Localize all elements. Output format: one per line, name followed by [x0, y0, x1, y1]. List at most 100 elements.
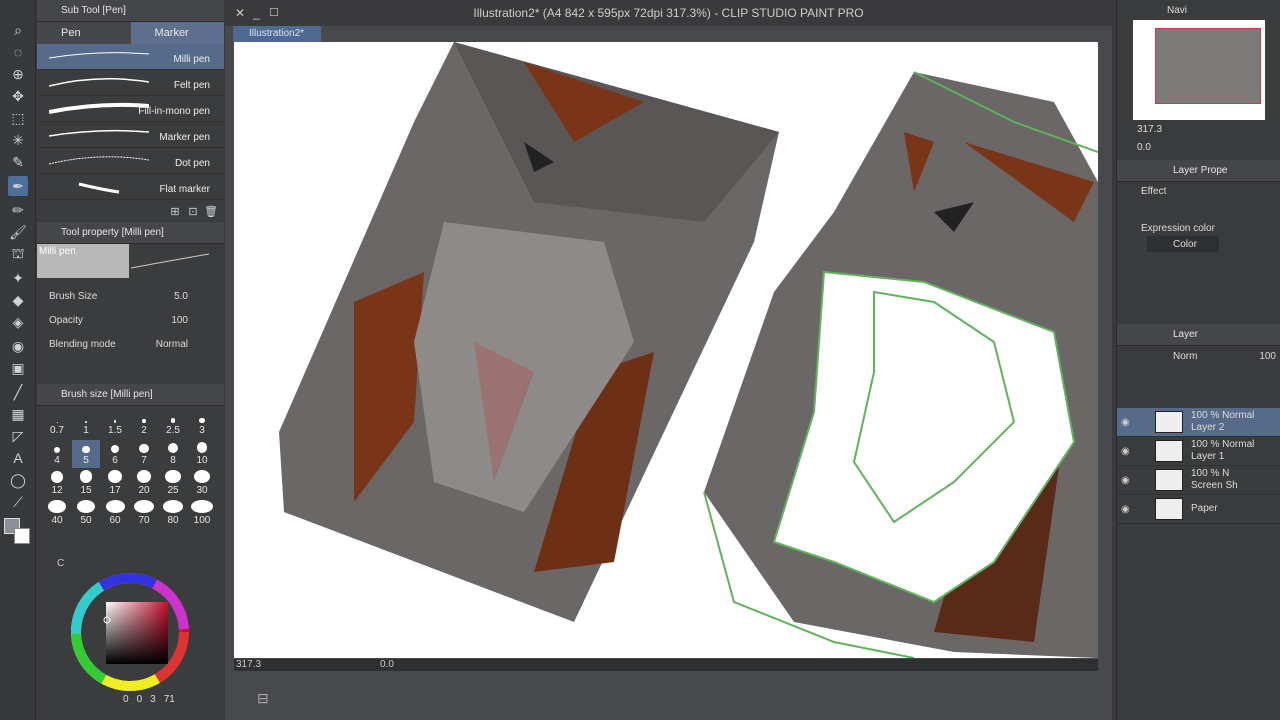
- sub-color-swatch[interactable]: [14, 528, 30, 544]
- fill-icon[interactable]: ◉: [8, 336, 28, 356]
- brush-item-marker[interactable]: Marker pen: [37, 122, 224, 148]
- drawing-canvas[interactable]: [234, 42, 1098, 658]
- layer-opacity: 100 %: [1191, 410, 1220, 421]
- brush-item-fill-mono[interactable]: Fill-in-mono pen: [37, 96, 224, 122]
- brush-size-value[interactable]: 5.0: [174, 291, 212, 302]
- brush-size-option[interactable]: 40: [43, 500, 71, 528]
- brush-size-option[interactable]: 6: [101, 440, 129, 468]
- brush-item-dot[interactable]: Dot pen: [37, 148, 224, 174]
- size-dot: [136, 470, 152, 483]
- brush-size-option[interactable]: 100: [188, 500, 216, 528]
- subtool-header: Sub Tool [Pen]: [37, 0, 224, 22]
- size-label: 40: [51, 515, 63, 526]
- blend-icon[interactable]: ◈: [8, 312, 28, 332]
- brush-size-option[interactable]: 50: [72, 500, 100, 528]
- layer-opacity: 100 %: [1191, 468, 1220, 479]
- balloon-icon[interactable]: ◯: [8, 470, 28, 490]
- minimize-icon[interactable]: _: [253, 6, 260, 20]
- maximize-icon[interactable]: ☐: [269, 6, 279, 19]
- brush-size-option[interactable]: 4: [43, 440, 71, 468]
- brush-size-option[interactable]: 7: [130, 440, 158, 468]
- frame-icon[interactable]: ▦: [8, 404, 28, 424]
- layer-row[interactable]: ◉ 100 % Normal Layer 1: [1117, 437, 1280, 466]
- document-tab[interactable]: Illustration2*: [233, 26, 321, 42]
- blend-mode-select[interactable]: Normal: [156, 339, 212, 350]
- eraser-icon[interactable]: ◆: [8, 290, 28, 310]
- gradient-icon[interactable]: ▣: [8, 358, 28, 378]
- brush-size-option[interactable]: 20: [130, 470, 158, 498]
- brush-size-option[interactable]: 70: [130, 500, 158, 528]
- pen-tool-icon[interactable]: ✒: [8, 176, 28, 196]
- figure-icon[interactable]: ╱: [8, 382, 28, 402]
- brush-size-option[interactable]: 25: [159, 470, 187, 498]
- decoration-icon[interactable]: ✦: [8, 268, 28, 288]
- visibility-eye-icon[interactable]: ◉: [1121, 475, 1135, 486]
- tab-marker[interactable]: Marker: [130, 22, 224, 44]
- layer-opacity-value[interactable]: 100: [1259, 351, 1276, 362]
- brush-size-option[interactable]: 12: [43, 470, 71, 498]
- airbrush-icon[interactable]: ⛫: [8, 244, 28, 264]
- nav-zoom-value[interactable]: 317.3: [1117, 120, 1280, 138]
- size-dot: [191, 500, 213, 513]
- selection-icon[interactable]: ⬚: [8, 108, 28, 128]
- brush-item-milli[interactable]: Milli pen: [37, 44, 224, 70]
- layout-toggle-icon[interactable]: ⊟: [257, 690, 269, 707]
- brush-size-option[interactable]: 17: [101, 470, 129, 498]
- brush-item-flat[interactable]: Flat marker: [37, 174, 224, 200]
- brush-size-option[interactable]: 60: [101, 500, 129, 528]
- size-dot: [199, 417, 205, 423]
- ruler-icon[interactable]: ◸: [8, 426, 28, 446]
- nav-angle-value[interactable]: 0.0: [1117, 138, 1280, 156]
- color-value-v: 3: [150, 694, 156, 705]
- brush-size-option[interactable]: 1.5: [101, 410, 129, 438]
- text-icon[interactable]: A: [8, 448, 28, 468]
- visibility-eye-icon[interactable]: ◉: [1121, 417, 1135, 428]
- zoom-readout[interactable]: 317.3: [236, 659, 261, 670]
- brush-size-grid: 0.7 1 1.5 2 2.5 3 4 5 6 7 8 10 12 15 17 20 25 30 40 50 60 70 8…: [37, 406, 224, 528]
- eyedropper-icon[interactable]: ✎: [8, 152, 28, 172]
- size-label: 50: [80, 515, 92, 526]
- brush-item-felt[interactable]: Felt pen: [37, 70, 224, 96]
- opacity-value[interactable]: 100: [171, 315, 212, 326]
- brush-icon[interactable]: 🖌: [8, 222, 28, 242]
- layer-blend-select[interactable]: Norm: [1173, 351, 1197, 362]
- brush-size-option[interactable]: 0.7: [43, 410, 71, 438]
- brush-size-option[interactable]: 80: [159, 500, 187, 528]
- visibility-eye-icon[interactable]: ◉: [1121, 446, 1135, 457]
- zoom-icon[interactable]: ⌕: [8, 20, 28, 40]
- rotation-readout[interactable]: 0.0: [380, 659, 394, 670]
- color-wheel[interactable]: [67, 570, 197, 694]
- artwork: [279, 42, 1098, 658]
- layer-row[interactable]: ◉ 100 % Normal Layer 2: [1117, 408, 1280, 437]
- layer-row[interactable]: ◉ Paper: [1117, 495, 1280, 524]
- copy-subtool-icon[interactable]: ⊞: [168, 204, 182, 218]
- size-dot: [168, 443, 178, 453]
- navigator-preview[interactable]: [1133, 20, 1265, 120]
- delete-icon[interactable]: 🗑: [204, 204, 218, 218]
- size-label: 15: [80, 485, 92, 496]
- size-label: 25: [167, 485, 179, 496]
- brush-size-option[interactable]: 30: [188, 470, 216, 498]
- brush-size-option[interactable]: 8: [159, 440, 187, 468]
- new-subtool-icon[interactable]: ⊡: [186, 204, 200, 218]
- brush-size-option[interactable]: 1: [72, 410, 100, 438]
- close-icon[interactable]: ✕: [235, 6, 245, 20]
- brush-size-option[interactable]: 10: [188, 440, 216, 468]
- visibility-eye-icon[interactable]: ◉: [1121, 504, 1135, 515]
- brush-size-option[interactable]: 2: [130, 410, 158, 438]
- lasso-icon[interactable]: ◌: [8, 42, 28, 62]
- brush-size-option[interactable]: 2.5: [159, 410, 187, 438]
- layer-name: Paper: [1191, 503, 1218, 514]
- navigator-tab[interactable]: Navi: [1117, 0, 1280, 20]
- auto-select-icon[interactable]: ✳: [8, 130, 28, 150]
- correct-line-icon[interactable]: ⟋: [8, 492, 28, 512]
- tab-pen[interactable]: Pen: [37, 22, 131, 44]
- brush-size-option[interactable]: 3: [188, 410, 216, 438]
- brush-size-option[interactable]: 5: [72, 440, 100, 468]
- expression-color-select[interactable]: Color: [1147, 236, 1219, 252]
- select-layer-icon[interactable]: ⊕: [8, 64, 28, 84]
- layer-row[interactable]: ◉ 100 % N Screen Sh: [1117, 466, 1280, 495]
- pencil-icon[interactable]: ✏: [8, 200, 28, 220]
- move-icon[interactable]: ✥: [8, 86, 28, 106]
- brush-size-option[interactable]: 15: [72, 470, 100, 498]
